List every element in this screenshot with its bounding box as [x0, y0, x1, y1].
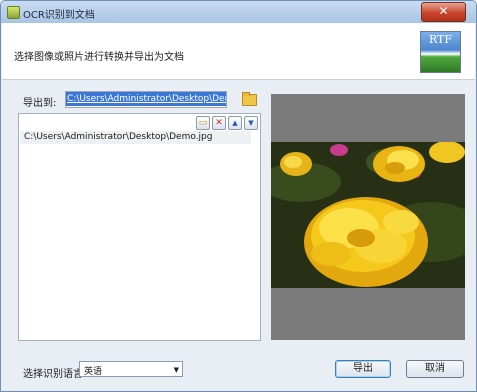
- export-path-input[interactable]: C:\Users\Administrator\Desktop\Demo.RTF: [65, 91, 227, 108]
- delete-icon[interactable]: ✕: [212, 116, 226, 130]
- language-selected-value: 英语: [84, 367, 103, 377]
- browse-folder-button[interactable]: [241, 91, 257, 106]
- title-bar[interactable]: OCR识别到文档 ✕: [1, 1, 476, 23]
- export-path-value: C:\Users\Administrator\Desktop\Demo.RTF: [66, 92, 226, 106]
- ocr-dialog-window: OCR识别到文档 ✕ 选择图像或照片进行转换并导出为文档 RTF 导出到: C:…: [0, 0, 477, 392]
- move-up-icon[interactable]: ▲: [228, 116, 242, 130]
- close-button[interactable]: ✕: [421, 2, 466, 22]
- window-title: OCR识别到文档: [23, 10, 95, 21]
- file-list[interactable]: ▭ ✕ ▲ ▼ C:\Users\Administrator\Desktop\D…: [18, 113, 261, 341]
- rtf-document-icon: RTF: [420, 31, 461, 73]
- rtf-logo-text: RTF: [428, 33, 453, 46]
- instruction-text: 选择图像或照片进行转换并导出为文档: [14, 52, 184, 63]
- flower-photo: [271, 142, 465, 288]
- chevron-down-icon: ▼: [173, 366, 179, 374]
- language-select[interactable]: 英语 ▼: [79, 361, 183, 377]
- export-button[interactable]: 导出: [335, 360, 391, 378]
- add-file-icon[interactable]: ▭: [196, 116, 210, 130]
- app-icon: [7, 6, 20, 19]
- image-preview: [271, 94, 465, 340]
- language-label: 选择识别语言:: [23, 369, 87, 380]
- header-panel: 选择图像或照片进行转换并导出为文档 RTF: [2, 23, 475, 80]
- export-to-label: 导出到:: [23, 98, 57, 109]
- folder-tab: [242, 92, 250, 96]
- move-down-icon[interactable]: ▼: [244, 116, 258, 130]
- list-toolbar: ▭ ✕ ▲ ▼: [196, 116, 258, 130]
- list-item[interactable]: C:\Users\Administrator\Desktop\Demo.jpg: [20, 131, 251, 144]
- cancel-button[interactable]: 取消: [406, 360, 464, 378]
